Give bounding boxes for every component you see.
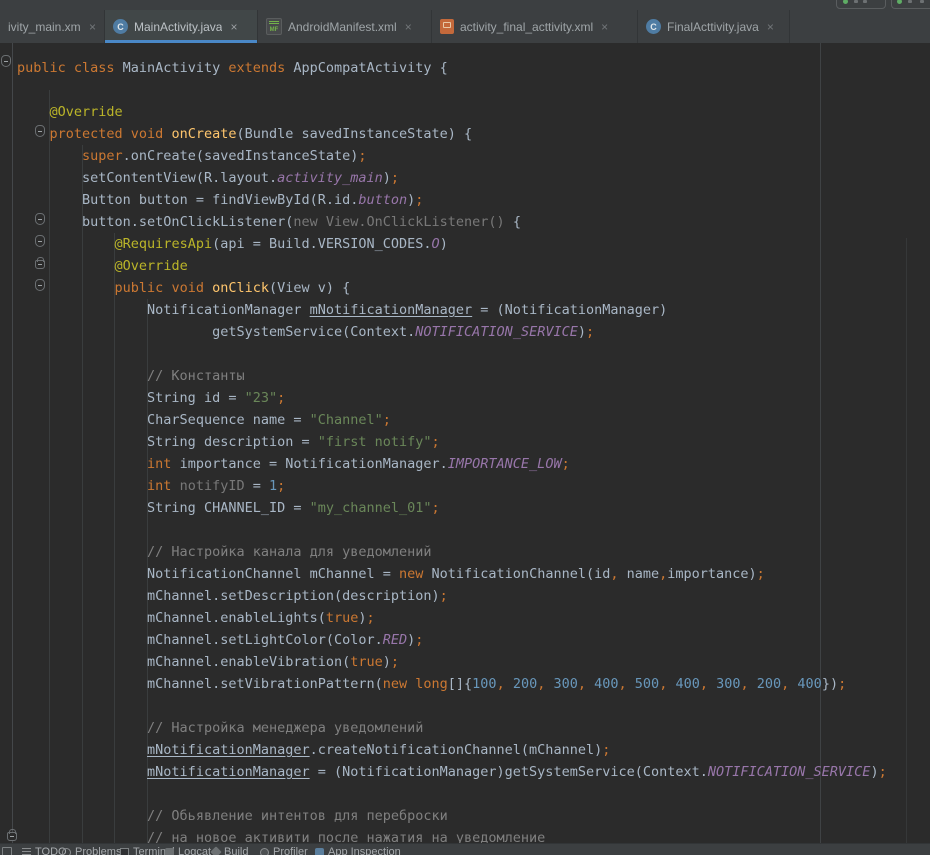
code-line-35: // на новое активити после нажатия на ув… <box>17 827 887 843</box>
toolwindow-problems[interactable]: Problems <box>62 846 121 855</box>
code-line-3: protected void onCreate(Bundle savedInst… <box>17 123 887 145</box>
code-line-27: mChannel.enableVibration(true); <box>17 651 887 673</box>
toolwindow-logcat[interactable]: Logcat <box>165 846 211 855</box>
code-line-23: NotificationChannel mChannel = new Notif… <box>17 563 887 585</box>
code-line-29 <box>17 695 887 717</box>
code-line-9: @Override <box>17 255 887 277</box>
java-class-icon: C <box>646 19 661 34</box>
todo-list-icon <box>22 848 31 855</box>
run-status-dot <box>843 0 848 4</box>
fold-lock-marker[interactable] <box>35 260 45 269</box>
toolbar-glyph <box>920 0 924 3</box>
code-line-20: String CHANNEL_ID = "my_channel_01"; <box>17 497 887 519</box>
tab-androidmanifest-xml[interactable]: MF AndroidManifest.xml × <box>258 10 432 43</box>
code-line-22: // Настройка канала для уведомлений <box>17 541 887 563</box>
close-icon[interactable]: × <box>405 20 412 34</box>
code-line-5: setContentView(R.layout.activity_main); <box>17 167 887 189</box>
code-line-11: NotificationManager mNotificationManager… <box>17 299 887 321</box>
toolwindow-build[interactable]: Build <box>212 846 248 855</box>
fold-marker[interactable] <box>35 125 45 137</box>
editor-gutter <box>0 43 13 843</box>
app-inspection-icon <box>315 848 324 855</box>
tab-mainactivity-java[interactable]: C MainActivity.java × <box>105 10 258 43</box>
code-line-18: int importance = NotificationManager.IMP… <box>17 453 887 475</box>
code-line-17: String description = "first notify"; <box>17 431 887 453</box>
fold-marker[interactable] <box>35 235 45 247</box>
run-configuration-widget[interactable] <box>836 0 886 9</box>
code-line-12: getSystemService(Context.NOTIFICATION_SE… <box>17 321 887 343</box>
code-line-4: super.onCreate(savedInstanceState); <box>17 145 887 167</box>
code-line-13 <box>17 343 887 365</box>
close-icon[interactable]: × <box>230 20 237 34</box>
fold-marker[interactable] <box>35 213 45 225</box>
tab-label: ivity_main.xml <box>8 20 81 34</box>
toolwindow-todo[interactable]: TODO <box>22 846 67 855</box>
code-line-2: @Override <box>17 101 887 123</box>
tab-activity-main-xml[interactable]: ivity_main.xml × <box>0 10 105 43</box>
android-studio-window: ivity_main.xml × C MainActivity.java × M… <box>0 0 930 855</box>
fold-marker[interactable] <box>35 279 45 291</box>
toolbar-glyph <box>854 0 858 3</box>
toolwindow-app-inspection[interactable]: App Inspection <box>315 846 401 855</box>
code-line-8: @RequiresApi(api = Build.VERSION_CODES.O… <box>17 233 887 255</box>
code-line-21 <box>17 519 887 541</box>
toolbar-glyph <box>863 0 867 3</box>
code-line-25: mChannel.enableLights(true); <box>17 607 887 629</box>
manifest-file-icon: MF <box>266 18 282 35</box>
profiler-icon <box>260 848 269 855</box>
code-line-16: CharSequence name = "Channel"; <box>17 409 887 431</box>
code-line-33 <box>17 783 887 805</box>
tool-window-corner-icon[interactable] <box>2 847 12 855</box>
code-line-10: public void onClick(View v) { <box>17 277 887 299</box>
code-line-26: mChannel.setLightColor(Color.RED); <box>17 629 887 651</box>
build-hammer-icon <box>210 846 221 855</box>
code-line-0: public class MainActivity extends AppCom… <box>17 57 887 79</box>
code-line-28: mChannel.setVibrationPattern(new long[]{… <box>17 673 887 695</box>
tab-finalacttivity-java[interactable]: C FinalActtivity.java × <box>638 10 790 43</box>
java-class-icon: C <box>113 19 128 34</box>
tool-window-bar-cropped: TODO Problems Terminal Logcat Build Prof… <box>0 843 930 855</box>
tab-label: AndroidManifest.xml <box>288 20 397 34</box>
scrollbar-track-edge <box>906 238 907 843</box>
device-status-dot <box>897 0 902 4</box>
tab-activity-final-acttivity-xml[interactable]: activity_final_acttivity.xml × <box>432 10 638 43</box>
code-line-31: mNotificationManager.createNotificationC… <box>17 739 887 761</box>
code-line-30: // Настройка менеджера уведомлений <box>17 717 887 739</box>
editor-tab-bar: ivity_main.xml × C MainActivity.java × M… <box>0 10 930 44</box>
code-line-32: mNotificationManager = (NotificationMana… <box>17 761 887 783</box>
toolbar-glyph <box>908 0 912 3</box>
tab-label: FinalActtivity.java <box>667 20 759 34</box>
fold-lock-marker[interactable] <box>7 832 17 841</box>
code-line-15: String id = "23"; <box>17 387 887 409</box>
device-selector-widget[interactable] <box>891 0 930 9</box>
fold-marker[interactable] <box>1 55 11 67</box>
close-icon[interactable]: × <box>767 20 774 34</box>
code-line-14: // Константы <box>17 365 887 387</box>
close-icon[interactable]: × <box>89 20 96 34</box>
terminal-icon <box>120 848 129 855</box>
tab-label: MainActivity.java <box>134 20 222 34</box>
problems-icon <box>62 848 71 855</box>
close-icon[interactable]: × <box>601 20 608 34</box>
code-line-1 <box>17 79 887 101</box>
layout-xml-file-icon <box>440 19 454 34</box>
code-line-34: // Обьявление интентов для переброски <box>17 805 887 827</box>
code-text: public class MainActivity extends AppCom… <box>17 57 887 843</box>
code-line-24: mChannel.setDescription(description); <box>17 585 887 607</box>
toolwindow-profiler[interactable]: Profiler <box>260 846 308 855</box>
code-line-19: int notifyID = 1; <box>17 475 887 497</box>
code-line-6: Button button = findViewById(R.id.button… <box>17 189 887 211</box>
logcat-icon <box>165 848 174 855</box>
code-editor[interactable]: public class MainActivity extends AppCom… <box>0 43 930 843</box>
tab-label: activity_final_acttivity.xml <box>460 20 593 34</box>
code-line-7: button.setOnClickListener(new View.OnCli… <box>17 211 887 233</box>
